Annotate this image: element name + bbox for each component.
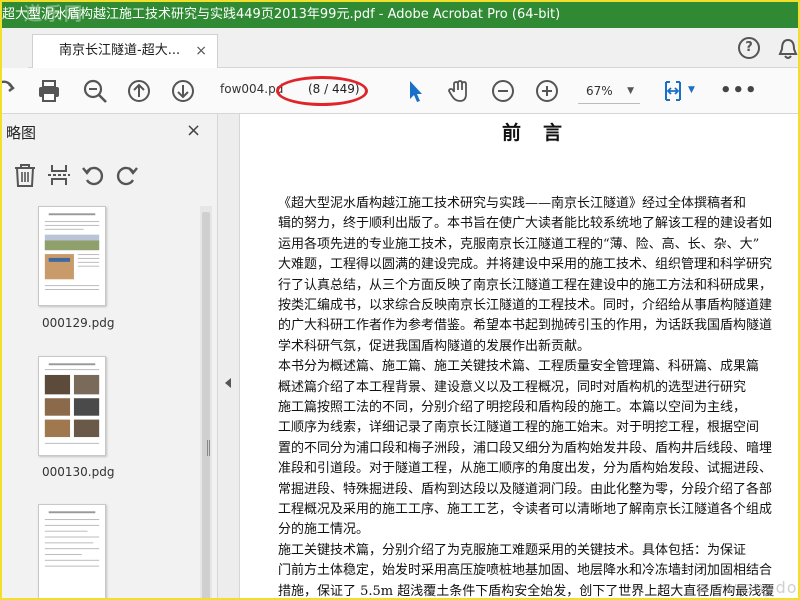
- page-thumbnail[interactable]: [38, 356, 106, 456]
- share-icon[interactable]: [2, 78, 20, 104]
- zoom-select[interactable]: 67% ▼: [578, 78, 640, 104]
- document-page: 前言 《超大型泥水盾构越江施工技术研究与实践——南京长江隧道》经过全体撰稿者和辑…: [240, 114, 798, 598]
- text-line: 的广大科研工作者作为参考借鉴。希望本书起到抛砖引玉的作用，为话跃我国盾构隧道: [278, 318, 773, 334]
- zoom-value: 67%: [586, 84, 613, 98]
- zoom-out-icon[interactable]: [490, 78, 516, 104]
- hand-tool-icon[interactable]: [446, 78, 472, 104]
- delete-page-icon[interactable]: [12, 162, 38, 188]
- acrobat-window: 超大型泥水盾构越江施工技术研究与实践449页2013年99元.pdf - Ado…: [0, 0, 800, 600]
- panel-close-icon[interactable]: ×: [186, 120, 201, 141]
- tab-label: 南京长江隧道-超大...: [59, 43, 181, 58]
- chevron-down-icon: ▼: [627, 86, 634, 96]
- print-icon[interactable]: [36, 78, 62, 104]
- help-icon[interactable]: ?: [738, 37, 760, 59]
- text-line: 常掘进段、特殊掘进段、盾构到达段以及隧道洞门段。由此化整为零，分段介绍了各部: [278, 481, 773, 497]
- text-line: 辑的努力，终于顺利出版了。本书旨在使广大读者能比较系统地了解该工程的建设者如: [278, 216, 773, 232]
- text-line: 行了认真总结，从三个方面反映了南京长江隧道工程在建设中的施工方法和科研成果，: [278, 277, 773, 293]
- title-bar: 超大型泥水盾构越江施工技术研究与实践449页2013年99元.pdf - Ado…: [2, 2, 798, 28]
- panel-resize-grip[interactable]: [207, 440, 210, 456]
- text-line: 工顺序为线索，详细记录了南京长江隧道工程的施工始末。对于明挖工程，根据空间: [278, 420, 760, 436]
- page-thumbnail[interactable]: [38, 206, 106, 306]
- zoom-out-magnifier-icon[interactable]: [82, 78, 108, 104]
- more-tools-icon[interactable]: •••: [720, 80, 758, 101]
- thumbnails-panel: 略图 × 000129.pdg 000130.pdg: [2, 114, 218, 598]
- text-line: 分的施工情况。: [278, 522, 370, 538]
- text-line: 概述篇介绍了本工程背景、建设意义以及工程概况，同时对盾构机的选型进行研究: [278, 379, 747, 395]
- site-mark: 道乐网: [24, 4, 84, 25]
- thumbnail-label: 000130.pdg: [42, 465, 115, 479]
- collapse-arrow-icon[interactable]: [225, 378, 231, 388]
- rotate-right-icon[interactable]: [114, 162, 140, 188]
- text-line: 施工篇按照工法的不同，分别介绍了明挖段和盾构段的施工。本篇以空间为主线，: [278, 400, 747, 415]
- panel-scrollbar[interactable]: [200, 206, 212, 598]
- text-line: 置的不同分为浦口段和梅子洲段，浦口段又细分为盾构始发井段、盾构井后线段、暗埋: [278, 440, 773, 456]
- text-line: 运用各项先进的专业施工技术，克服南京长江隧道工程的“薄、险、高、长、杂、大”: [278, 236, 760, 252]
- text-line: 《超大型泥水盾构越江施工技术研究与实践——南京长江隧道》经过全体撰稿者和: [278, 196, 747, 211]
- tab-bar: 南京长江隧道-超大... × ?: [2, 28, 798, 68]
- extract-pages-icon[interactable]: [46, 162, 72, 188]
- text-line: 准段和引道段。对于隧道工程，从施工顺序的角度出发，分为盾构始发段、试掘进段、: [278, 461, 773, 477]
- text-line: 本书分为概述篇、施工篇、施工关键技术篇、工程质量安全管理篇、科研篇、成果篇: [278, 359, 760, 375]
- main-toolbar: fow004.pd (8 / 449) 67% ▼ ▼ •••: [2, 68, 798, 114]
- text-line: 学术科研气氛，促进我国盾构隧道的发展作出新贡献。: [278, 338, 591, 354]
- text-line: 施工关键技术篇，分别介绍了为克服施工难题采用的关键技术。具体包括：为保证: [278, 542, 747, 558]
- red-annotation-ellipse: [276, 76, 368, 106]
- page-watermark: www.onedoc.com: [696, 578, 798, 597]
- panel-title: 略图: [6, 124, 37, 142]
- thumbnail-label: 000129.pdg: [42, 316, 115, 330]
- zoom-in-icon[interactable]: [534, 78, 560, 104]
- tab-document[interactable]: 南京长江隧道-超大... ×: [32, 34, 218, 68]
- fit-dropdown-icon[interactable]: ▼: [688, 85, 695, 95]
- rotate-left-icon[interactable]: [80, 162, 106, 188]
- notification-bell-icon[interactable]: [778, 38, 798, 60]
- next-page-icon[interactable]: [170, 78, 196, 104]
- panel-collapse-strip[interactable]: [218, 114, 240, 598]
- panel-scrollbar-thumb[interactable]: [202, 212, 210, 598]
- page-thumbnail[interactable]: [38, 504, 106, 598]
- previous-page-icon[interactable]: [126, 78, 152, 104]
- tab-close-icon[interactable]: ×: [195, 35, 207, 67]
- preface-heading: 前言: [502, 122, 585, 144]
- page-number-input[interactable]: fow004.pd: [220, 82, 283, 96]
- window-title: 超大型泥水盾构越江施工技术研究与实践449页2013年99元.pdf - Ado…: [2, 7, 561, 22]
- fit-page-icon[interactable]: [660, 78, 686, 104]
- text-line: 大难题，工程得以圆满的建设完成。并将建设中采用的施工技术、组织管理和科学研究: [278, 257, 773, 273]
- text-line: 按类汇编成书，以求综合反映南京长江隧道的工程技术。同时，介绍给从事盾构隧道建: [278, 298, 773, 313]
- tab-overflow-left: [2, 34, 28, 68]
- select-cursor-icon[interactable]: [402, 78, 428, 104]
- text-line: 工程概况及采用的施工工序、施工工艺，令读者可以清晰地了解南京长江隧道各个组成: [278, 502, 773, 517]
